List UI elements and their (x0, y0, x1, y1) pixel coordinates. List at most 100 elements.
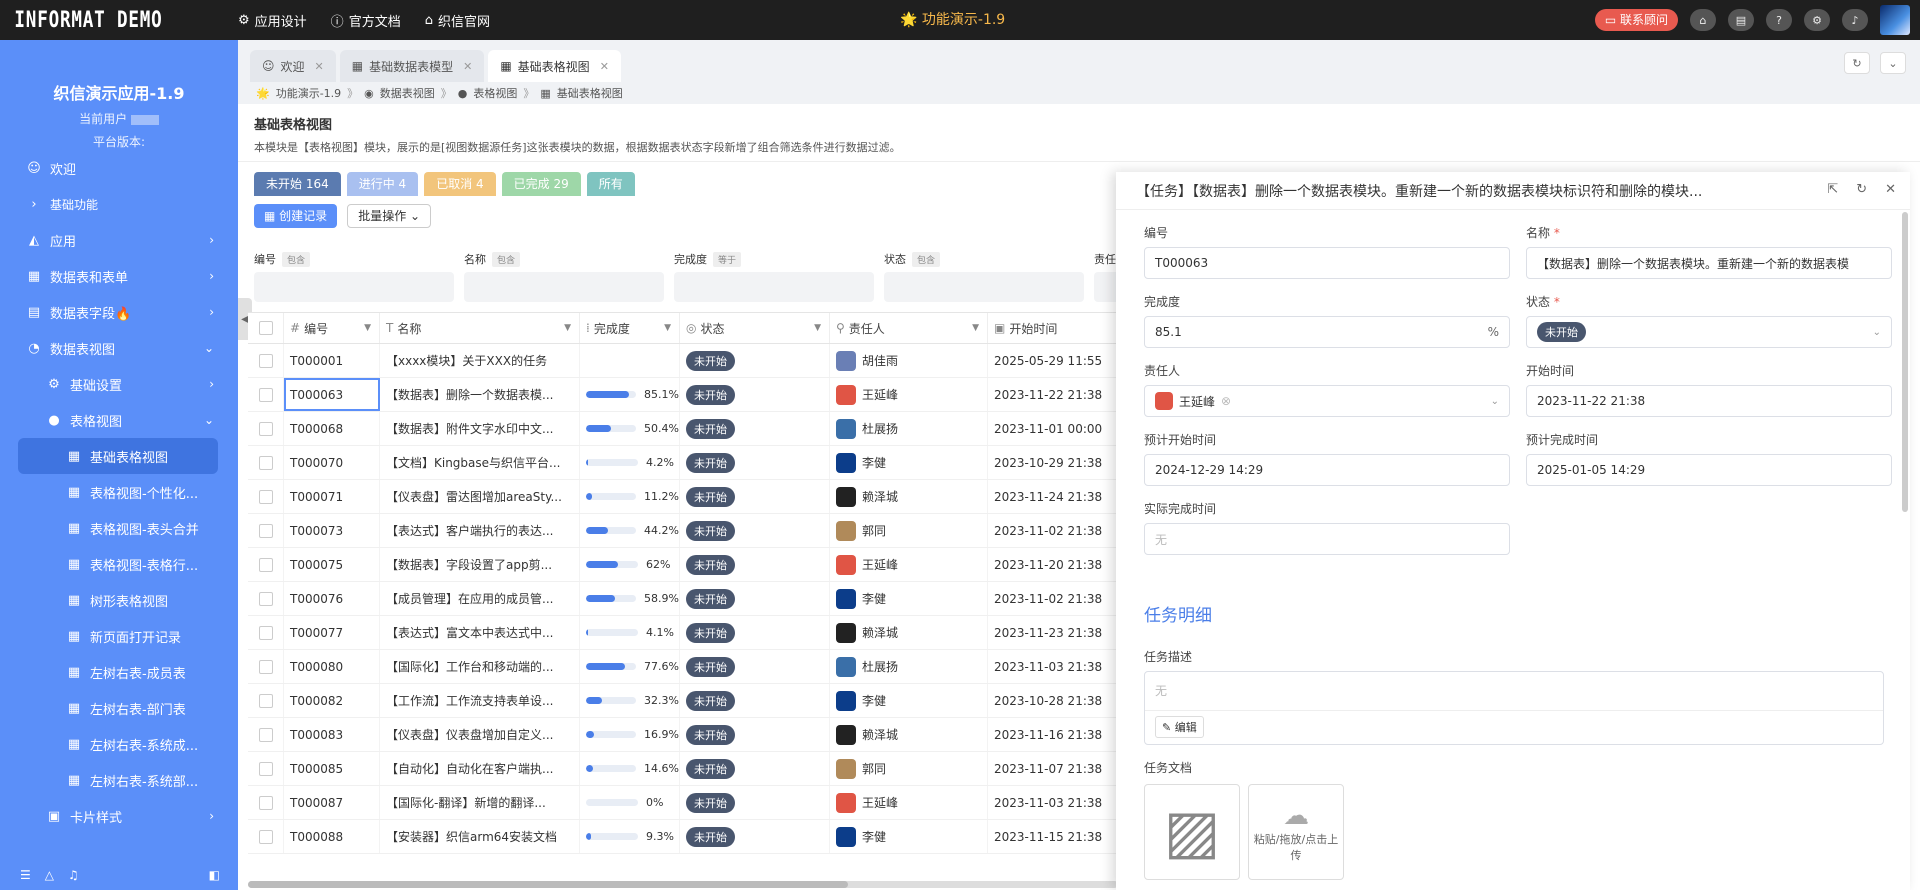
close-icon[interactable]: ✕ (463, 60, 472, 73)
cell-id[interactable]: T000063 (284, 378, 380, 411)
contact-button[interactable]: ▭ 联系顾问 (1594, 9, 1678, 31)
cell-status[interactable]: 未开始 (680, 820, 830, 853)
row-checkbox[interactable] (248, 412, 284, 445)
table-row[interactable]: T000082 【工作流】工作流支持表单设... 32.3% 未开始 李健 20… (248, 684, 1118, 718)
cell-name[interactable]: 【国际化】工作台和移动端的... (380, 650, 580, 683)
sidebar-item-tree-sys-members[interactable]: ▦ 左树右表-系统成... (0, 726, 238, 762)
search-select[interactable] (884, 272, 1084, 302)
cell-pct[interactable]: 62% (580, 548, 680, 581)
cell-owner[interactable]: 王延峰 (830, 786, 988, 819)
breadcrumb-item[interactable]: 表格视图 (473, 85, 517, 101)
upload-area[interactable]: ☁ 粘贴/拖放/点击上传 (1248, 784, 1344, 880)
horizontal-scrollbar[interactable] (248, 881, 1118, 888)
cell-name[interactable]: 【文档】Kingbase与织信平台... (380, 446, 580, 479)
cell-owner[interactable]: 郭同 (830, 514, 988, 547)
cell-id[interactable]: T000087 (284, 786, 380, 819)
row-checkbox[interactable] (248, 548, 284, 581)
search-op[interactable]: 包含 (912, 251, 941, 267)
cell-pct[interactable]: 16.9% (580, 718, 680, 751)
cell-status[interactable]: 未开始 (680, 684, 830, 717)
cell-owner[interactable]: 杜展扬 (830, 412, 988, 445)
cell-status[interactable]: 未开始 (680, 548, 830, 581)
table-row[interactable]: T000068 【数据表】附件文字水印中文... 50.4% 未开始 杜展扬 2… (248, 412, 1118, 446)
cell-status[interactable]: 未开始 (680, 480, 830, 513)
filter-all[interactable]: 所有 (586, 172, 635, 196)
cell-name[interactable]: 【国际化-翻译】新增的翻译... (380, 786, 580, 819)
table-row[interactable]: T000076 【成员管理】在应用的成员管... 58.9% 未开始 李健 20… (248, 582, 1118, 616)
cell-name[interactable]: 【仪表盘】雷达图增加areaSty... (380, 480, 580, 513)
cell-name[interactable]: 【表达式】富文本中表达式中... (380, 616, 580, 649)
cell-status[interactable]: 未开始 (680, 752, 830, 785)
cell-owner[interactable]: 胡佳雨 (830, 344, 988, 377)
cell-owner[interactable]: 王延峰 (830, 548, 988, 581)
cell-owner[interactable]: 赖泽城 (830, 480, 988, 513)
refresh-icon[interactable]: ↻ (1856, 182, 1867, 197)
row-checkbox[interactable] (248, 582, 284, 615)
cell-owner[interactable]: 郭同 (830, 752, 988, 785)
row-checkbox[interactable] (248, 684, 284, 717)
row-checkbox[interactable] (248, 344, 284, 377)
cell-start[interactable]: 2023-11-03 21:38 (988, 650, 1118, 683)
start-input[interactable]: 2023-11-22 21:38 (1526, 385, 1892, 417)
cell-pct[interactable]: 58.9% (580, 582, 680, 615)
clear-icon[interactable]: ⊗ (1221, 394, 1231, 408)
table-row[interactable]: T000088 【安装器】织信arm64安装文档 9.3% 未开始 李健 202… (248, 820, 1118, 854)
cell-owner[interactable]: 赖泽城 (830, 616, 988, 649)
breadcrumb-item[interactable]: 基础表格视图 (557, 85, 623, 101)
cell-pct[interactable]: 0% (580, 786, 680, 819)
tab-basic-table-view[interactable]: ▦ 基础表格视图 ✕ (488, 50, 621, 82)
cell-status[interactable]: 未开始 (680, 582, 830, 615)
sidebar-item-header-merge[interactable]: ▦ 表格视图-表头合并 (0, 510, 238, 546)
table-row[interactable]: T000070 【文档】Kingbase与织信平台... 4.2% 未开始 李健… (248, 446, 1118, 480)
cell-name[interactable]: 【xxxx模块】关于XXX的任务 (380, 344, 580, 377)
collapse-sidebar-icon[interactable]: ◧ (209, 868, 220, 882)
sidebar-item-tree-table[interactable]: ▦ 树形表格视图 (0, 582, 238, 618)
doc-thumbnail[interactable]: ▨ (1144, 784, 1240, 880)
column-header-start[interactable]: ▣ 开始时间 (988, 313, 1118, 343)
close-icon[interactable]: ✕ (315, 60, 324, 73)
row-checkbox[interactable] (248, 650, 284, 683)
cell-status[interactable]: 未开始 (680, 786, 830, 819)
filter-completed[interactable]: 已完成 29 (501, 172, 581, 196)
cell-name[interactable]: 【数据表】删除一个数据表模... (380, 378, 580, 411)
notification-button[interactable]: ♪ (1842, 9, 1868, 31)
tab-basic-model[interactable]: ▦ 基础数据表模型 ✕ (339, 50, 485, 82)
sidebar-item-table-fields[interactable]: ▤ 数据表字段🔥 › (0, 294, 238, 330)
refresh-icon[interactable]: ↻ (1844, 52, 1870, 74)
cell-id[interactable]: T000077 (284, 616, 380, 649)
chevron-down-icon[interactable]: ⌄ (1880, 52, 1906, 74)
cell-pct[interactable]: 9.3% (580, 820, 680, 853)
plan-end-input[interactable]: 2025-01-05 14:29 (1526, 454, 1892, 486)
sidebar-item-tree-departments[interactable]: ▦ 左树右表-部门表 (0, 690, 238, 726)
sidebar-item-tree-sys-depts[interactable]: ▦ 左树右表-系统部... (0, 762, 238, 798)
column-header-status[interactable]: ◎ 状态 ▼ (680, 313, 830, 343)
table-row[interactable]: T000087 【国际化-翻译】新增的翻译... 0% 未开始 王延峰 2023… (248, 786, 1118, 820)
sidebar-item-basic-table-view[interactable]: ▦ 基础表格视图 (18, 438, 218, 474)
cell-start[interactable]: 2025-05-29 11:55 (988, 344, 1118, 377)
sidebar-item-table-views[interactable]: ◔ 数据表视图 ⌄ (0, 330, 238, 366)
search-input[interactable] (464, 272, 664, 302)
desc-editor[interactable]: 无 ✎ 编辑 (1144, 671, 1884, 745)
row-checkbox[interactable] (248, 718, 284, 751)
cell-start[interactable]: 2023-10-29 21:38 (988, 446, 1118, 479)
row-checkbox[interactable] (248, 752, 284, 785)
cell-id[interactable]: T000085 (284, 752, 380, 785)
table-row[interactable]: T000085 【自动化】自动化在客户端执... 14.6% 未开始 郭同 20… (248, 752, 1118, 786)
user-avatar[interactable] (1880, 5, 1910, 35)
cell-pct[interactable]: 4.2% (580, 446, 680, 479)
sidebar-item-basic-settings[interactable]: ⚙ 基础设置 › (0, 366, 238, 402)
select-all-checkbox[interactable] (248, 313, 284, 343)
menu-icon[interactable]: ☰ (20, 868, 31, 882)
cell-owner[interactable]: 李健 (830, 820, 988, 853)
cell-pct[interactable] (580, 344, 680, 377)
cell-id[interactable]: T000001 (284, 344, 380, 377)
row-checkbox[interactable] (248, 514, 284, 547)
cell-id[interactable]: T000068 (284, 412, 380, 445)
cell-pct[interactable]: 50.4% (580, 412, 680, 445)
row-checkbox[interactable] (248, 820, 284, 853)
table-row[interactable]: T000080 【国际化】工作台和移动端的... 77.6% 未开始 杜展扬 2… (248, 650, 1118, 684)
caret-down-icon[interactable]: ▼ (364, 323, 371, 333)
center-title[interactable]: 🌟 功能演示-1.9 (900, 0, 1005, 40)
table-row[interactable]: T000073 【表达式】客户端执行的表达... 44.2% 未开始 郭同 20… (248, 514, 1118, 548)
sidebar-item-personalized[interactable]: ▦ 表格视图-个性化... (0, 474, 238, 510)
